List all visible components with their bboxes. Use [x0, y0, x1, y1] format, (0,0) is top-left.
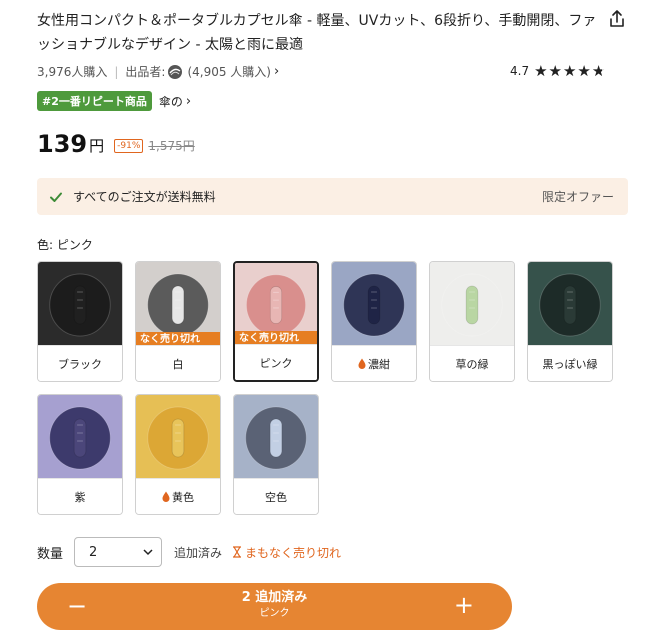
swatch-label: 濃紺 [332, 345, 416, 381]
original-price: 1,575円 [148, 139, 195, 153]
selling-out-text: まもなく売り切れ [245, 545, 342, 560]
umbrella-image [430, 262, 514, 348]
quantity-select[interactable]: 2 [74, 537, 163, 567]
color-swatch[interactable]: 濃紺 [331, 261, 417, 382]
seller-logo-icon[interactable] [167, 64, 183, 80]
added-label: 追加済み [174, 545, 223, 560]
color-swatch[interactable]: 紫 [37, 394, 123, 515]
category-link[interactable]: 傘の [159, 93, 183, 110]
selected-color-label: 色: ピンク [37, 238, 93, 252]
seller-label: 出品者: [125, 65, 166, 79]
chevron-right-icon[interactable]: › [186, 94, 191, 109]
cart-button-label: 2 追加済み ピンク [37, 589, 512, 621]
swatch-name: ピンク [259, 356, 293, 370]
quantity-value: 2 [89, 544, 98, 560]
rating[interactable]: 4.7 ★★★★★ ★★★★★ [510, 63, 606, 79]
umbrella-image [136, 395, 220, 481]
swatch-label: 白 [136, 345, 220, 381]
check-icon [50, 192, 62, 202]
shipping-text: すべてのご注文が送料無料 [73, 190, 216, 204]
product-meta: 3,976人購入 | 出品者: (4,905 人購入) › [37, 63, 279, 80]
price-unit: 円 [89, 137, 105, 155]
swatch-label: ブラック [38, 345, 122, 381]
color-swatch[interactable]: 黄色 [135, 394, 221, 515]
swatch-name: 濃紺 [368, 357, 390, 371]
flame-icon [358, 358, 366, 369]
meta-divider: | [114, 64, 119, 79]
add-to-cart-button[interactable]: − 2 追加済み ピンク + [37, 583, 512, 630]
swatch-name: 空色 [265, 490, 287, 504]
hourglass-icon [233, 546, 242, 558]
swatch-name: ブラック [58, 357, 102, 371]
swatch-name: 草の緑 [455, 357, 489, 371]
umbrella-image [38, 395, 122, 481]
color-swatch[interactable]: ブラック [37, 261, 123, 382]
umbrella-image [234, 395, 318, 481]
free-shipping-banner: すべてのご注文が送料無料 限定オファー [37, 178, 628, 215]
color-swatch[interactable]: なく売り切れ ピンク [233, 261, 319, 382]
swatch-name: 白 [172, 357, 184, 371]
seller-purchases[interactable]: (4,905 人購入) [187, 63, 271, 80]
badge-row: #2一番リピート商品 傘の › [37, 91, 191, 111]
price-row: 139 円 -91% 1,575円 [37, 130, 195, 158]
current-price: 139 [37, 130, 88, 158]
cart-variant: ピンク [259, 608, 290, 619]
swatch-label: ピンク [235, 344, 317, 380]
umbrella-image [332, 262, 416, 348]
color-swatch[interactable]: 草の緑 [429, 261, 515, 382]
umbrella-image [38, 262, 122, 348]
purchase-count: 3,976人購入 [37, 65, 108, 79]
share-icon[interactable] [606, 8, 628, 30]
swatch-label: 黄色 [136, 478, 220, 514]
chevron-right-icon[interactable]: › [274, 64, 279, 79]
swatch-name: 黒っぽい緑 [542, 357, 598, 371]
swatch-label: 空色 [234, 478, 318, 514]
plus-icon[interactable]: + [454, 590, 474, 620]
quantity-row: 数量 2 追加済み まもなく売り切れ [37, 537, 341, 567]
rank-badge[interactable]: #2一番リピート商品 [37, 91, 152, 111]
limited-offer: 限定オファー [541, 190, 614, 204]
discount-badge: -91% [114, 139, 144, 153]
rating-value: 4.7 [510, 64, 530, 78]
color-swatch[interactable]: なく売り切れ白 [135, 261, 221, 382]
swatch-label: 草の緑 [430, 345, 514, 381]
star-rating-icon: ★★★★★ ★★★★★ [534, 62, 607, 80]
chevron-down-icon [143, 549, 153, 556]
color-swatch[interactable]: 黒っぽい緑 [527, 261, 613, 382]
swatch-name: 紫 [74, 490, 86, 504]
product-title: 女性用コンパクト＆ポータブルカプセル傘 - 軽量、UVカット、6段折り、手動開閉… [37, 13, 597, 53]
cart-added-count: 2 追加済み [241, 590, 308, 605]
flame-icon [162, 491, 170, 502]
quantity-label: 数量 [37, 546, 64, 562]
color-swatch[interactable]: 空色 [233, 394, 319, 515]
swatch-label: 黒っぽい緑 [528, 345, 612, 381]
swatch-name: 黄色 [172, 490, 194, 504]
umbrella-image [528, 262, 612, 348]
swatch-label: 紫 [38, 478, 122, 514]
